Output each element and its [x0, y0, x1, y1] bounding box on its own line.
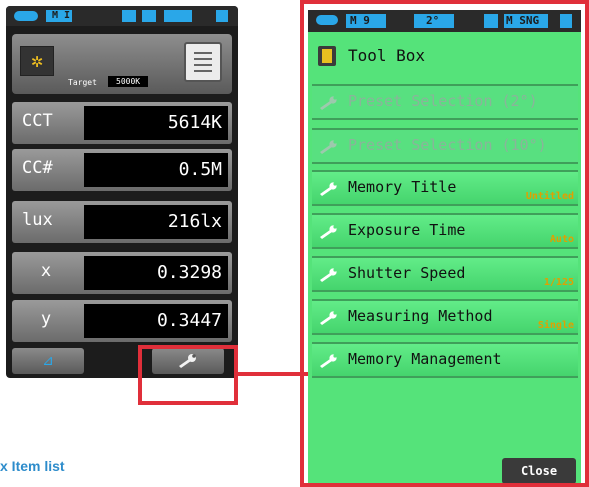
wrench-icon: [320, 354, 337, 368]
signal-icon: [164, 10, 192, 22]
item-label: Preset Selection (2°): [348, 92, 538, 110]
measurement-row-y[interactable]: y 0.3447: [12, 300, 232, 342]
target-label: Target: [68, 78, 97, 87]
target-value: 5000K: [108, 76, 149, 87]
wrench-icon: [320, 311, 337, 325]
toolbox-item-shutter-speed[interactable]: Shutter Speed 1/125: [312, 256, 578, 292]
close-button[interactable]: Close: [502, 458, 576, 483]
row-label: CC#: [22, 158, 53, 178]
status-bar: M 9 2° M SNG: [308, 10, 581, 32]
toolbox-icon: [318, 46, 336, 66]
mode-text: M I: [52, 10, 71, 21]
wrench-icon: [320, 268, 337, 282]
mode-indicator: M I: [46, 10, 72, 22]
measurement-row-x[interactable]: x 0.3298: [12, 252, 232, 294]
toolbox-frame: M 9 2° M SNG Tool Box Preset Selection (…: [300, 0, 589, 487]
battery-icon: [316, 15, 338, 25]
star-icon[interactable]: ✲: [20, 46, 54, 76]
wrench-icon: [320, 225, 337, 239]
status-bar: M I: [6, 6, 238, 26]
item-label: Memory Title: [348, 178, 457, 196]
item-value: Auto: [549, 234, 574, 245]
delta-button[interactable]: ⊿: [12, 348, 84, 374]
page-title: Tool Box: [348, 46, 426, 65]
toolbox-item-preset-10[interactable]: Preset Selection (10°): [312, 128, 578, 164]
measurement-row-cct[interactable]: CCT 5614K: [12, 102, 232, 144]
toolbox-item-exposure-time[interactable]: Exposure Time Auto: [312, 213, 578, 249]
item-value: Untitled: [525, 191, 574, 202]
row-label: lux: [22, 210, 53, 230]
item-label: Exposure Time: [348, 221, 466, 239]
wrench-icon: [320, 140, 337, 154]
toolbox-item-memory-title[interactable]: Memory Title Untitled: [312, 170, 578, 206]
row-value: 216lx: [84, 205, 228, 239]
item-label: Shutter Speed: [348, 264, 466, 282]
toolbox-screen: M 9 2° M SNG Tool Box Preset Selection (…: [308, 10, 581, 483]
measurement-row-cc[interactable]: CC# 0.5M: [12, 149, 232, 191]
sng-text: M SNG: [506, 14, 540, 27]
row-label: y: [40, 309, 52, 329]
caption: x Item list: [0, 458, 65, 474]
row-value: 0.3298: [84, 256, 228, 290]
item-value: 1/125: [543, 277, 574, 288]
lock-icon: [560, 14, 572, 28]
lock-icon: [216, 10, 228, 22]
toolbox-item-measuring-method[interactable]: Measuring Method Single: [312, 299, 578, 335]
battery-icon: [14, 11, 38, 21]
item-value: Single: [537, 320, 574, 331]
meter-screen: M I ✲ Target 5000K CCT 5614K CC# 0.5M lu…: [6, 6, 238, 378]
angle-text: 2°: [426, 14, 440, 27]
measurement-row-lux[interactable]: lux 216lx: [12, 201, 232, 243]
mode-text: M 9: [350, 14, 370, 27]
row-value: 0.5M: [84, 153, 228, 187]
toolbox-item-preset-2[interactable]: Preset Selection (2°): [312, 84, 578, 120]
row-value: 0.3447: [84, 304, 228, 338]
item-label: Measuring Method: [348, 307, 493, 325]
row-value: 5614K: [84, 106, 228, 140]
item-label: Preset Selection (10°): [348, 136, 547, 154]
delta-icon: ⊿: [42, 353, 54, 369]
notebook-icon[interactable]: [184, 42, 222, 82]
target-header: ✲ Target 5000K: [12, 34, 232, 94]
wrench-icon: [320, 182, 337, 196]
row-label: x: [40, 261, 52, 281]
wrench-icon: [320, 96, 337, 110]
item-label: Memory Management: [348, 350, 502, 368]
toolbox-item-memory-management[interactable]: Memory Management: [312, 342, 578, 378]
highlight-box: [138, 345, 238, 405]
row-label: CCT: [22, 111, 53, 131]
